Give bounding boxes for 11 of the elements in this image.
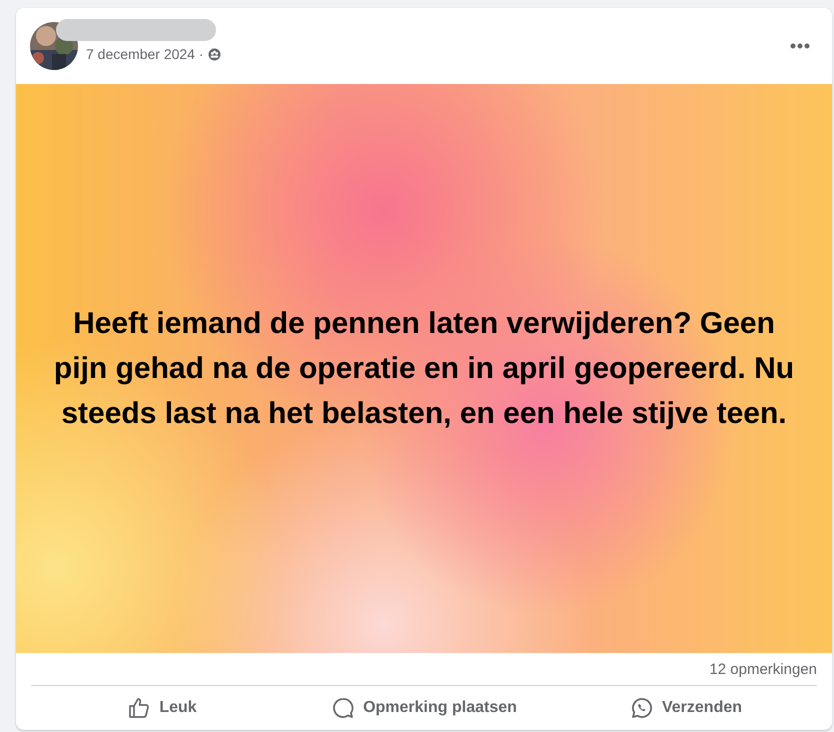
post-date[interactable]: 7 december 2024 ·: [86, 44, 204, 64]
more-options-icon[interactable]: [790, 43, 810, 49]
audience-icon[interactable]: [208, 48, 221, 60]
share-button[interactable]: Verzenden: [555, 690, 817, 726]
whatsapp-icon: [630, 696, 654, 720]
comment-count[interactable]: 12 opmerkingen: [709, 660, 817, 678]
like-button[interactable]: Leuk: [31, 690, 293, 726]
comment-button[interactable]: Opmerking plaatsen: [293, 690, 555, 726]
comment-icon: [331, 696, 356, 720]
like-icon: [127, 696, 152, 720]
post-text: Heeft iemand de pennen laten verwijderen? Geen pijn gehad na de operatie en in april geopereerd. Nu steeds last na het belasten, en een hele stijve teen.: [52, 306, 796, 432]
